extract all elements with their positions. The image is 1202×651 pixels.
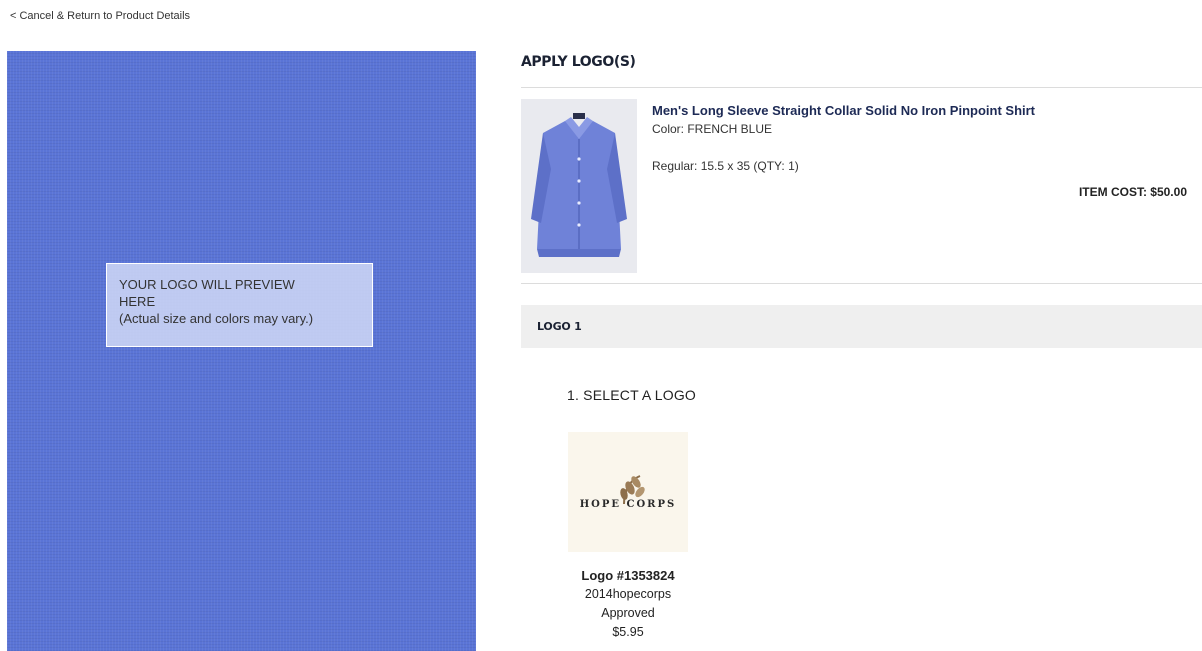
- item-cost: ITEM COST: $50.00: [1078, 185, 1187, 199]
- cancel-return-link[interactable]: < Cancel & Return to Product Details: [10, 10, 190, 22]
- product-color: Color: FRENCH BLUE: [652, 122, 773, 136]
- divider: [521, 283, 1202, 284]
- logo-price: $5.95: [612, 625, 644, 639]
- logo-preview-panel: YOUR LOGO WILL PREVIEW HERE (Actual size…: [7, 51, 476, 651]
- logo-option-card[interactable]: HOPE CORPS Logo #1353824 2014hopecorps A…: [568, 432, 688, 642]
- product-thumbnail: [521, 99, 637, 273]
- step-title: 1. SELECT A LOGO: [567, 387, 697, 403]
- logo-preview-placeholder: YOUR LOGO WILL PREVIEW HERE (Actual size…: [106, 263, 373, 347]
- logo-art: HOPE CORPS: [568, 432, 688, 552]
- product-name-link[interactable]: Men's Long Sleeve Straight Collar Solid …: [652, 103, 1035, 118]
- shirt-icon: [521, 99, 637, 273]
- logo-name: 2014hopecorps: [584, 587, 672, 601]
- logo-section-header: LOGO 1: [521, 305, 1202, 348]
- preview-disclaimer: (Actual size and colors may vary.): [119, 311, 314, 326]
- apply-logo-column: APPLY LOGO(S) Men's Long Sleeve Straight…: [521, 0, 1202, 651]
- page-title: APPLY LOGO(S): [521, 54, 636, 70]
- logo-status: Approved: [601, 606, 655, 620]
- product-size-qty: Regular: 15.5 x 35 (QTY: 1): [652, 159, 799, 173]
- logo-art-text: HOPE CORPS: [580, 499, 677, 510]
- logo-section-title: LOGO 1: [537, 320, 582, 333]
- preview-text-line-2: HERE: [119, 294, 156, 309]
- preview-text-line-1: YOUR LOGO WILL PREVIEW: [119, 277, 295, 292]
- logo-thumbnail: HOPE CORPS: [568, 432, 688, 552]
- divider: [521, 87, 1202, 88]
- logo-number: Logo #1353824: [581, 568, 675, 583]
